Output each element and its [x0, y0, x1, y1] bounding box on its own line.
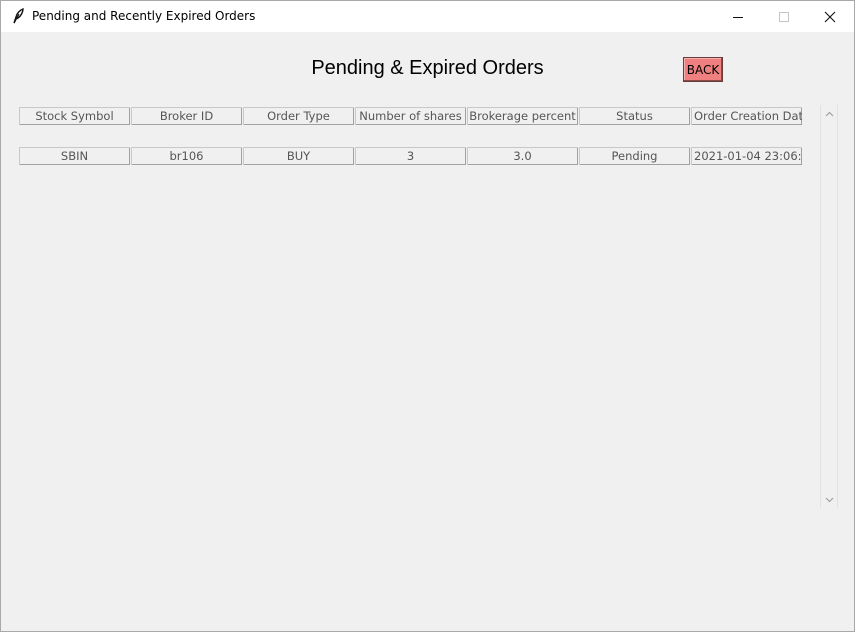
feather-icon: [11, 8, 25, 24]
vertical-scrollbar[interactable]: [820, 105, 838, 508]
column-header-order-type[interactable]: Order Type: [243, 107, 354, 125]
column-header-broker-id[interactable]: Broker ID: [131, 107, 242, 125]
column-header-brokerage-percent[interactable]: Brokerage percent: [467, 107, 578, 125]
cell-order-type: BUY: [243, 147, 354, 165]
cell-number-of-shares: 3: [355, 147, 466, 165]
cell-brokerage-percent: 3.0: [467, 147, 578, 165]
cell-order-creation-date: 2021-01-04 23:06:39: [691, 147, 802, 165]
close-icon: [824, 11, 836, 22]
column-header-number-of-shares[interactable]: Number of shares: [355, 107, 466, 125]
scroll-up-button[interactable]: [821, 105, 837, 122]
app-window: Pending and Recently Expired Orders Pend…: [0, 0, 855, 632]
back-button[interactable]: BACK: [683, 57, 723, 82]
page-title: Pending & Expired Orders: [311, 57, 544, 79]
window-title: Pending and Recently Expired Orders: [32, 9, 256, 23]
minimize-button[interactable]: [715, 1, 761, 32]
scroll-down-button[interactable]: [821, 491, 837, 508]
maximize-icon: [779, 11, 789, 22]
table-header: Stock Symbol Broker ID Order Type Number…: [19, 107, 802, 126]
chevron-down-icon: [825, 497, 833, 502]
maximize-button[interactable]: [761, 1, 807, 32]
cell-broker-id: br106: [131, 147, 242, 165]
cell-status: Pending: [579, 147, 690, 165]
minimize-icon: [733, 16, 743, 18]
close-button[interactable]: [807, 1, 853, 32]
column-header-status[interactable]: Status: [579, 107, 690, 125]
title-bar: Pending and Recently Expired Orders: [1, 1, 854, 32]
table-row[interactable]: SBIN br106 BUY 3 3.0 Pending 2021-01-04 …: [19, 147, 802, 166]
chevron-up-icon: [825, 111, 833, 116]
column-header-order-creation-date[interactable]: Order Creation Date: [691, 107, 802, 125]
cell-stock-symbol: SBIN: [19, 147, 130, 165]
column-header-stock-symbol[interactable]: Stock Symbol: [19, 107, 130, 125]
